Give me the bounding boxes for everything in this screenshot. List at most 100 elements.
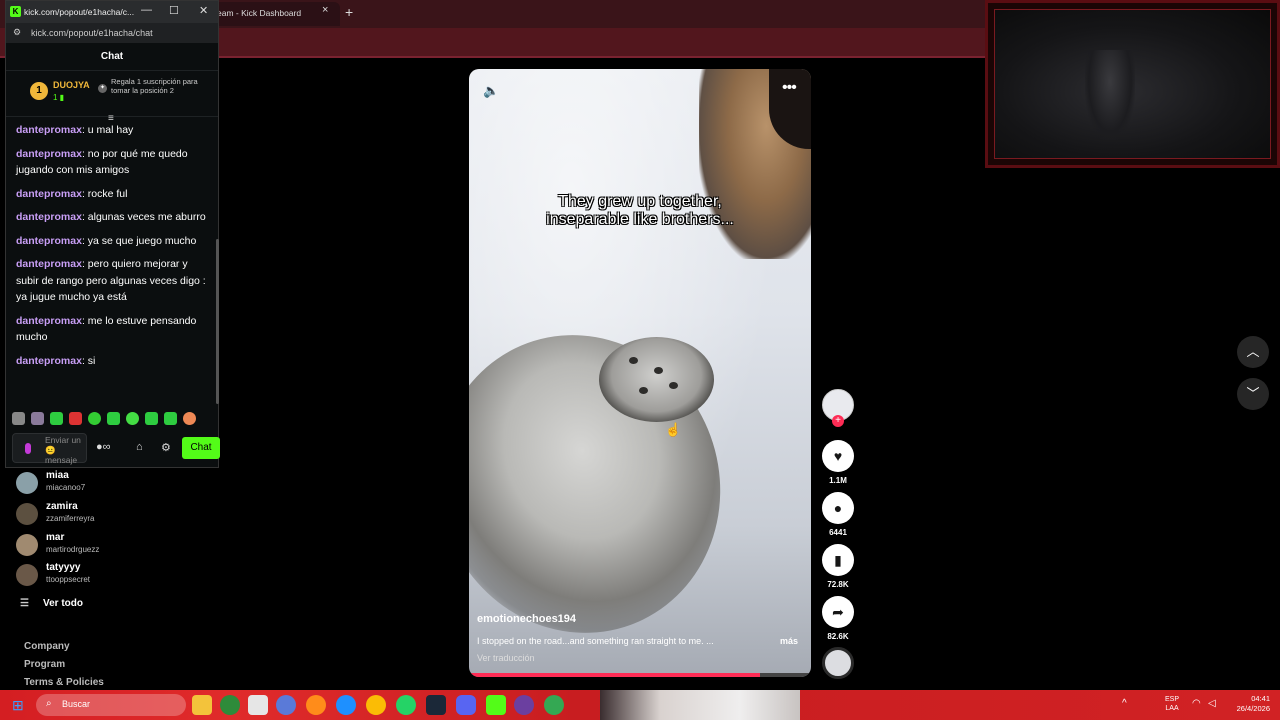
emote-quick-bar <box>12 412 212 428</box>
video-player[interactable]: They grew up together, inseparable like … <box>469 69 811 677</box>
footer-link-company[interactable]: Company <box>24 641 70 652</box>
site-settings-icon[interactable]: ⚙ <box>13 27 21 38</box>
chat-scrollbar[interactable] <box>216 239 219 404</box>
emote-picker-icon[interactable]: ●∞ <box>96 441 111 453</box>
video-author[interactable]: emotionechoes194 <box>477 613 576 625</box>
emote-icon[interactable] <box>164 412 177 425</box>
more-link[interactable]: más <box>780 636 798 646</box>
browser-icon[interactable] <box>544 695 564 715</box>
emote-icon[interactable] <box>50 412 63 425</box>
translate-link[interactable]: Ver traducción <box>477 653 535 663</box>
kick-app-icon[interactable] <box>486 695 506 715</box>
minimize-icon[interactable]: — <box>141 4 152 16</box>
windows-start-icon[interactable]: ⊞ <box>12 697 28 713</box>
footer-link-program[interactable]: Program <box>24 659 65 670</box>
wifi-icon[interactable]: ◠ <box>1192 698 1201 709</box>
sidebar-user-miaa[interactable]: miaa miacanoo7 <box>14 470 214 498</box>
chevron-up-icon[interactable]: ︿ <box>1237 336 1269 368</box>
chat-username[interactable]: dantepromax <box>16 211 82 223</box>
footer-link-terms[interactable]: Terms & Policies <box>24 677 104 688</box>
emote-icon[interactable] <box>69 412 82 425</box>
chrome-icon[interactable] <box>366 695 386 715</box>
volume-icon[interactable]: 🔈 <box>483 83 499 99</box>
emote-icon[interactable] <box>88 412 101 425</box>
like-count: 1.1M <box>829 476 847 485</box>
chat-username[interactable]: dantepromax <box>16 124 82 136</box>
comment-button[interactable]: ● 6441 <box>822 492 854 537</box>
chat-username[interactable]: dantepromax <box>16 258 82 270</box>
share-button[interactable]: ➦ 82.6K <box>822 596 854 641</box>
like-button[interactable]: ♥ 1.1M <box>822 440 854 485</box>
chevron-down-icon[interactable]: ﹀ <box>1237 378 1269 410</box>
tab-kick-dashboard[interactable]: eam - Kick Dashboard <box>205 2 340 26</box>
save-button[interactable]: ▮ 72.8K <box>822 544 854 589</box>
chat-message: dantepromax: me lo estuve pensando mucho <box>16 313 206 346</box>
chat-username[interactable]: dantepromax <box>16 315 82 327</box>
avatar <box>16 564 38 586</box>
taskbar-preview-thumbnail <box>600 690 800 720</box>
webcam-overlay <box>985 0 1280 168</box>
emote-icon[interactable] <box>183 412 196 425</box>
popup-url-bar[interactable]: ⚙ kick.com/popout/e1hacha/chat <box>6 23 218 43</box>
tray-chevron-up-icon[interactable]: ^ <box>1122 698 1127 709</box>
share-icon: ➦ <box>822 596 854 628</box>
avatar <box>16 534 38 556</box>
avatar <box>16 503 38 525</box>
user-handle: zzamiferreyra <box>46 514 95 523</box>
leader-count: 1 ▮ <box>53 93 65 102</box>
maximize-icon[interactable]: ☐ <box>169 4 179 17</box>
infinity-icon: ∞ <box>102 441 111 453</box>
emote-icon[interactable] <box>12 412 25 425</box>
webcam-feed <box>994 9 1271 159</box>
sidebar-user-mar[interactable]: mar martirodrguezz <box>14 532 214 560</box>
chat-username[interactable]: dantepromax <box>16 235 82 247</box>
video-description: I stopped on the road...and something ra… <box>477 636 714 646</box>
chat-input[interactable]: Enviar un 😐 mensaje <box>12 433 87 465</box>
edge-icon[interactable] <box>336 695 356 715</box>
clock-time: 04:41 <box>1251 694 1270 703</box>
follow-plus-icon[interactable]: + <box>832 415 844 427</box>
music-disc-icon[interactable] <box>822 647 854 679</box>
search-placeholder: Buscar <box>62 699 91 709</box>
sidebar-user-tatyyyy[interactable]: tatyyyy ttooppsecret <box>14 562 214 590</box>
popup-url: kick.com/popout/e1hacha/chat <box>31 28 153 38</box>
steam-icon[interactable] <box>426 695 446 715</box>
see-all-link[interactable]: ☰ Ver todo <box>20 598 83 609</box>
chat-send-button[interactable]: Chat <box>182 437 220 459</box>
chat-username[interactable]: dantepromax <box>16 188 82 200</box>
whatsapp-icon[interactable] <box>396 695 416 715</box>
chat-username[interactable]: dantepromax <box>16 355 82 367</box>
emote-icon[interactable] <box>126 412 139 425</box>
volume-tray-icon[interactable]: ◁ <box>1208 698 1216 709</box>
emote-icon[interactable] <box>31 412 44 425</box>
sidebar-user-zamira[interactable]: zamira zzamiferreyra <box>14 501 214 529</box>
system-clock[interactable]: 04:41 26/4/2026 <box>1225 694 1270 714</box>
store-icon[interactable]: ⌂ <box>136 441 143 453</box>
emote-icon[interactable] <box>145 412 158 425</box>
save-count: 72.8K <box>827 580 849 589</box>
see-all-label: Ver todo <box>42 598 83 609</box>
user-name: zamira <box>46 501 78 512</box>
xbox-icon[interactable] <box>220 695 240 715</box>
gear-icon[interactable]: ⚙ <box>161 441 171 454</box>
language-indicator[interactable]: ESP LAA <box>1165 695 1179 713</box>
video-caption: They grew up together, inseparable like … <box>469 193 811 229</box>
discord-icon[interactable] <box>456 695 476 715</box>
mic-icon[interactable] <box>25 443 31 454</box>
gift-leaderboard[interactable]: 1 DUOJYA 1 ▮ ✦ Regala 1 suscripción para… <box>6 71 218 117</box>
file-explorer-icon[interactable] <box>192 695 212 715</box>
more-options-icon[interactable]: ••• <box>782 79 797 97</box>
video-leopard-head <box>599 337 714 422</box>
app-icon[interactable] <box>276 695 296 715</box>
blender-icon[interactable] <box>306 695 326 715</box>
store-app-icon[interactable] <box>248 695 268 715</box>
popup-window-title: kick.com/popout/e1hacha/c... <box>24 7 135 17</box>
emote-icon[interactable] <box>107 412 120 425</box>
tab-close-icon[interactable]: × <box>322 4 328 16</box>
new-tab-icon[interactable]: + <box>345 4 353 20</box>
search-icon: ⌕ <box>46 698 52 709</box>
close-icon[interactable]: ✕ <box>199 4 208 17</box>
obs-icon[interactable] <box>514 695 534 715</box>
chat-username[interactable]: dantepromax <box>16 148 82 160</box>
taskbar-search[interactable]: ⌕ Buscar <box>36 694 186 716</box>
